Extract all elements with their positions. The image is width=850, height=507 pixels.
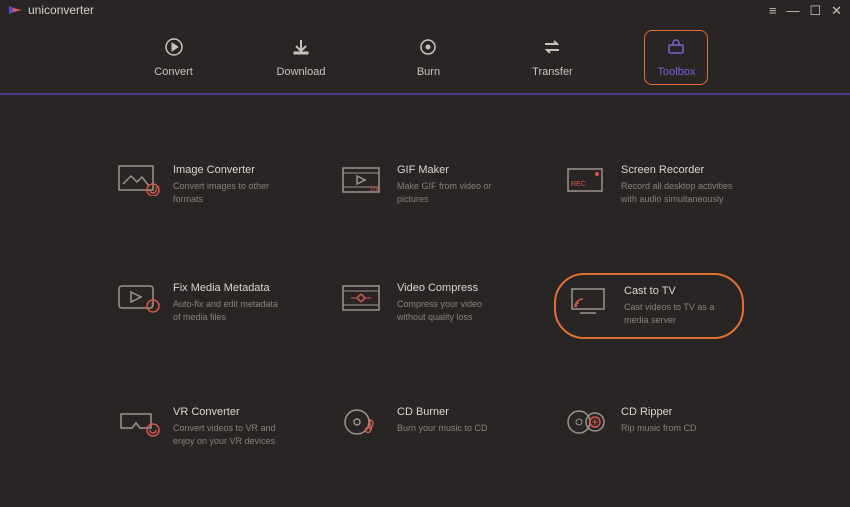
close-icon[interactable]: ✕ [831,4,842,17]
tool-cast-to-tv[interactable]: Cast to TV Cast videos to TV as a media … [554,273,744,339]
tool-desc: Record all desktop activities with audio… [621,180,733,206]
tab-label: Toolbox [657,66,695,78]
transfer-icon [542,37,562,60]
tool-title: CD Ripper [621,406,697,418]
tool-title: VR Converter [173,406,285,418]
screen-recorder-icon: REC [565,164,609,196]
tool-title: GIF Maker [397,164,509,176]
maximize-icon[interactable]: ☐ [809,4,821,17]
tool-title: CD Burner [397,406,488,418]
brand-logo-icon [8,3,22,17]
tool-title: Screen Recorder [621,164,733,176]
tool-screen-recorder[interactable]: REC Screen Recorder Record all desktop a… [554,155,744,215]
app-name: uniconverter [28,3,94,17]
toolbox-icon [666,37,686,60]
tool-title: Image Converter [173,164,285,176]
svg-text:REC: REC [571,181,586,188]
top-nav: Convert Download Burn Transfer Toolbox [0,20,850,95]
tool-desc: Burn your music to CD [397,422,488,435]
brand: uniconverter [8,3,94,17]
tool-title: Fix Media Metadata [173,282,285,294]
tab-label: Transfer [532,66,573,78]
tab-burn[interactable]: Burn [396,30,460,85]
download-icon [291,37,311,60]
vr-converter-icon [117,406,161,438]
tab-download[interactable]: Download [266,30,337,85]
convert-icon [164,37,184,60]
minimize-icon[interactable]: — [786,4,799,17]
cd-ripper-icon [565,406,609,438]
main-menu-icon[interactable]: ≡ [769,4,777,17]
tab-label: Convert [154,66,193,78]
tool-title: Cast to TV [624,285,730,297]
burn-icon [418,37,438,60]
tab-toolbox[interactable]: Toolbox [644,30,708,85]
toolbox-grid: Image Converter Convert images to other … [106,155,744,457]
tool-desc: Rip music from CD [621,422,697,435]
tab-label: Download [277,66,326,78]
tab-convert[interactable]: Convert [142,30,206,85]
window-controls: ≡ — ☐ ✕ [769,4,842,17]
tool-video-compress[interactable]: Video Compress Compress your video witho… [330,273,520,339]
image-converter-icon [117,164,161,196]
svg-text:i: i [151,302,153,311]
tool-desc: Convert images to other formats [173,180,285,206]
tool-title: Video Compress [397,282,509,294]
cd-burner-icon [341,406,385,438]
tab-transfer[interactable]: Transfer [520,30,584,85]
tool-cd-burner[interactable]: CD Burner Burn your music to CD [330,397,520,457]
video-compress-icon [341,282,385,314]
svg-text:.GIF: .GIF [369,187,381,193]
gif-maker-icon: .GIF [341,164,385,196]
toolbox-grid-wrap: Image Converter Convert images to other … [0,95,850,457]
tool-desc: Make GIF from video or pictures [397,180,509,206]
tool-vr-converter[interactable]: VR Converter Convert videos to VR and en… [106,397,296,457]
tool-image-converter[interactable]: Image Converter Convert images to other … [106,155,296,215]
fix-media-metadata-icon: i [117,282,161,314]
tab-label: Burn [417,66,440,78]
tool-fix-media-metadata[interactable]: i Fix Media Metadata Auto-fix and edit m… [106,273,296,339]
tool-gif-maker[interactable]: .GIF GIF Maker Make GIF from video or pi… [330,155,520,215]
titlebar: uniconverter ≡ — ☐ ✕ [0,0,850,20]
tool-desc: Cast videos to TV as a media server [624,301,730,327]
tool-desc: Convert videos to VR and enjoy on your V… [173,422,285,448]
cast-to-tv-icon [568,285,612,317]
tool-cd-ripper[interactable]: CD Ripper Rip music from CD [554,397,744,457]
tool-desc: Compress your video without quality loss [397,298,509,324]
tool-desc: Auto-fix and edit metadata of media file… [173,298,285,324]
